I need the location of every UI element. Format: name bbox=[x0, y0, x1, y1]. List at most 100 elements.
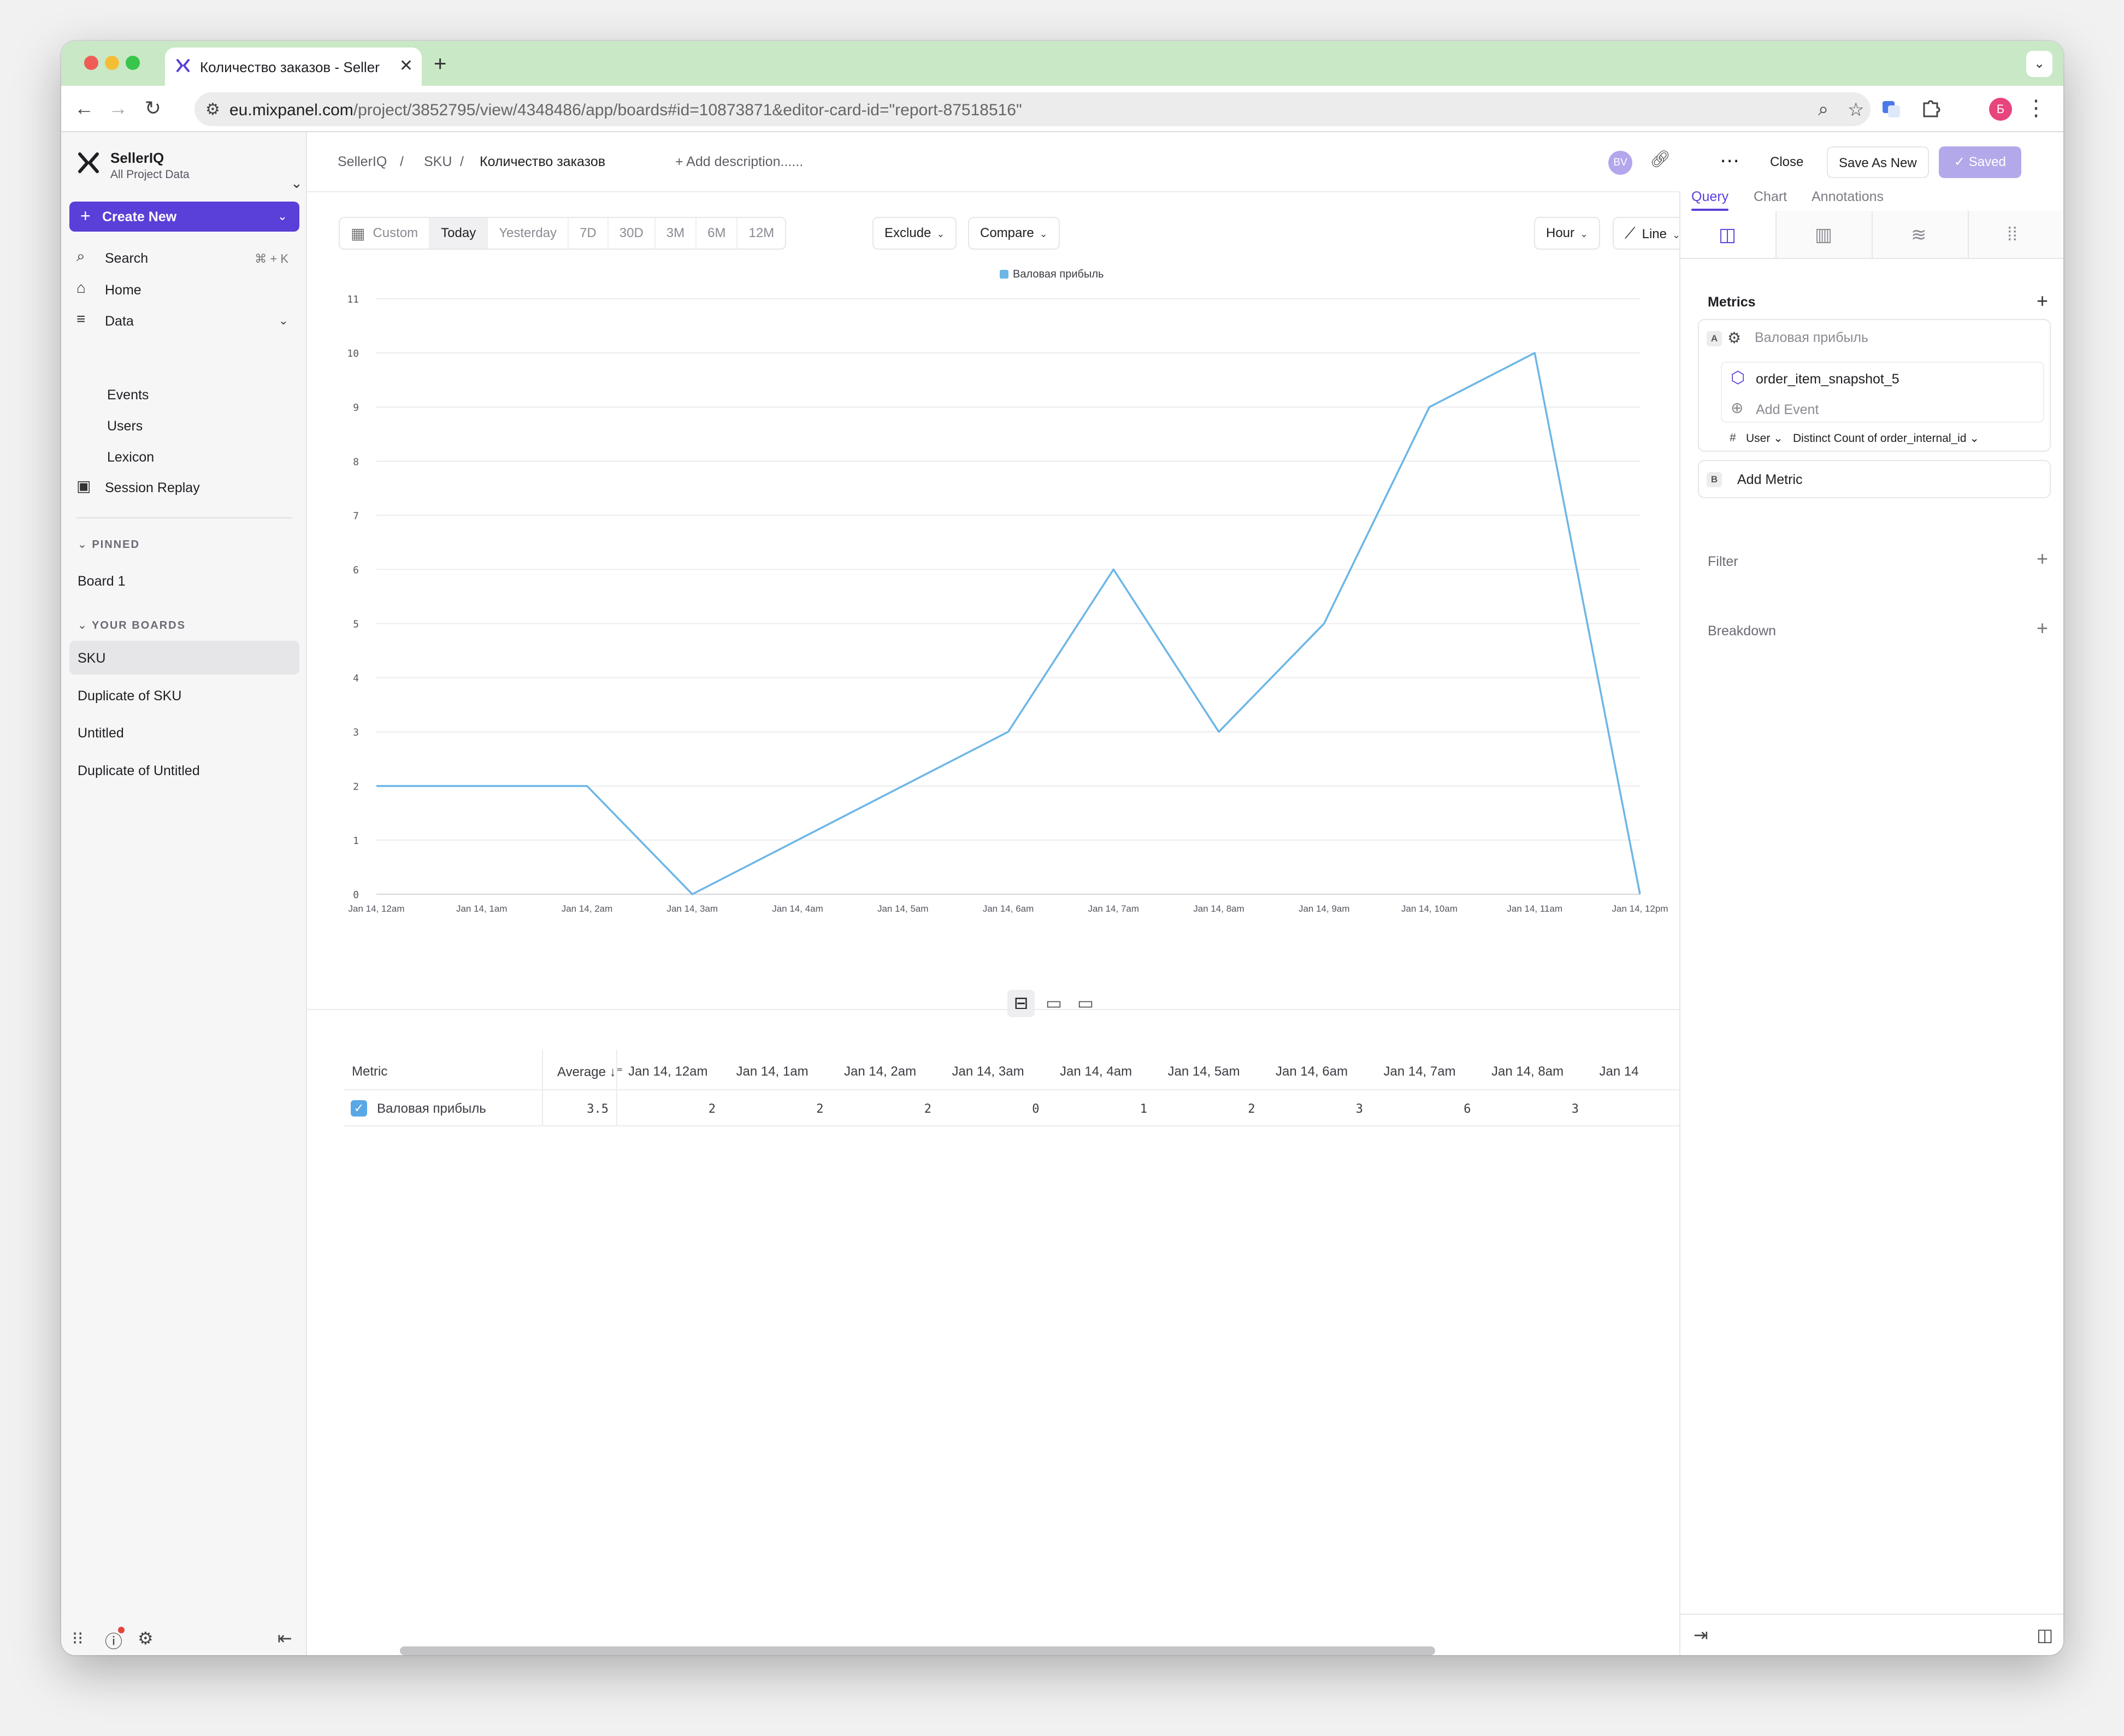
split-view-icon[interactable]: ⊟ bbox=[1007, 990, 1035, 1017]
close-button[interactable]: Close bbox=[1770, 146, 1803, 178]
breadcrumb-project[interactable]: SellerIQ bbox=[338, 154, 387, 170]
zoom-icon[interactable]: ⌕ bbox=[1818, 99, 1828, 120]
add-metric-card[interactable]: B Add Metric bbox=[1698, 460, 2051, 498]
translate-extension-icon[interactable] bbox=[1880, 98, 1902, 120]
user-avatar[interactable]: BV bbox=[1608, 151, 1632, 175]
add-filter-plus-icon[interactable]: + bbox=[2037, 547, 2048, 570]
url-bar[interactable]: ⚙ eu.mixpanel.com/project/3852795/view/4… bbox=[194, 92, 1871, 126]
y-tick-label: 10 bbox=[347, 348, 359, 359]
compare-dropdown[interactable]: Compare ⌄ bbox=[968, 217, 1060, 250]
x-tick-label: Jan 14, 4am bbox=[772, 904, 823, 914]
sidebar-footer: ⁝⁝ ⓘ ⚙ ⇤ bbox=[61, 1621, 306, 1655]
report-title[interactable]: Количество заказов bbox=[480, 154, 605, 170]
add-description-button[interactable]: + Add description...... bbox=[675, 154, 803, 170]
pinned-board-item[interactable]: Board 1 bbox=[69, 564, 299, 598]
create-new-button[interactable]: + Create New ⌄ bbox=[69, 202, 299, 232]
toggle-panel-icon[interactable]: ◫ bbox=[2037, 1625, 2053, 1645]
exclude-dropdown[interactable]: Exclude ⌄ bbox=[872, 217, 957, 250]
breadcrumb-board[interactable]: SKU bbox=[424, 154, 452, 170]
more-options-icon[interactable]: ⋯ bbox=[1720, 146, 1739, 178]
custom-range-button[interactable]: ▦ Custom bbox=[340, 218, 430, 249]
close-window-button[interactable] bbox=[84, 56, 98, 70]
date-column-header[interactable]: Jan 14 bbox=[1600, 1064, 1639, 1079]
settings-gear-icon[interactable]: ⚙ bbox=[138, 1628, 154, 1649]
flows-view-tab[interactable]: ≋ bbox=[1873, 211, 1969, 258]
date-column-header[interactable]: Jan 14, 6am bbox=[1276, 1064, 1348, 1079]
bookmark-star-icon[interactable]: ☆ bbox=[1848, 99, 1864, 121]
add-event-button[interactable]: Add Event bbox=[1756, 402, 1819, 418]
average-column-header[interactable]: Average ↓⁼ bbox=[557, 1064, 623, 1080]
metric-a-name[interactable]: Валовая прибыль bbox=[1755, 330, 1868, 346]
copy-link-icon[interactable]: 🔗︎ bbox=[1650, 150, 1671, 169]
date-column-header[interactable]: Jan 14, 3am bbox=[952, 1064, 1024, 1079]
range-7d-button[interactable]: 7D bbox=[569, 218, 609, 249]
metric-letter: A bbox=[1707, 331, 1722, 346]
sidebar-item-lexicon[interactable]: Lexicon bbox=[107, 450, 154, 465]
date-column-header[interactable]: Jan 14, 5am bbox=[1168, 1064, 1240, 1079]
range-30d-button[interactable]: 30D bbox=[609, 218, 656, 249]
date-column-header[interactable]: Jan 14, 2am bbox=[844, 1064, 916, 1079]
chart-only-view-icon[interactable]: ▭ bbox=[1040, 990, 1067, 1017]
metric-column-header[interactable]: Metric bbox=[352, 1064, 387, 1079]
saved-button[interactable]: ✓ Saved bbox=[1939, 146, 2021, 178]
forward-arrow-icon[interactable]: → bbox=[106, 97, 130, 120]
range-today-button[interactable]: Today bbox=[430, 218, 488, 249]
board-item-sku[interactable]: SKU bbox=[69, 641, 299, 675]
maximize-window-button[interactable] bbox=[126, 56, 140, 70]
date-column-header[interactable]: Jan 14, 12am bbox=[628, 1064, 707, 1079]
apps-grid-icon[interactable]: ⁝⁝ bbox=[72, 1628, 83, 1649]
tab-close-icon[interactable]: ✕ bbox=[399, 56, 413, 75]
sidebar-item-session-replay[interactable]: ▣ Session Replay bbox=[76, 474, 295, 500]
add-breakdown-plus-icon[interactable]: + bbox=[2037, 617, 2048, 640]
interval-dropdown[interactable]: Hour ⌄ bbox=[1534, 217, 1601, 250]
sidebar-item-events[interactable]: Events bbox=[107, 387, 149, 403]
board-item-duplicate-of-untitled[interactable]: Duplicate of Untitled bbox=[69, 753, 299, 787]
date-column-header[interactable]: Jan 14, 1am bbox=[736, 1064, 809, 1079]
add-metric-button[interactable]: Add Metric bbox=[1737, 472, 1802, 488]
formula-gear-icon[interactable]: ⚙ bbox=[1727, 329, 1741, 347]
horizontal-scrollbar[interactable] bbox=[400, 1646, 1435, 1655]
tab-search-chevron-icon[interactable]: ⌄ bbox=[2026, 51, 2052, 77]
add-metric-plus-icon[interactable]: + bbox=[2037, 290, 2048, 312]
collapse-sidebar-icon[interactable]: ⇤ bbox=[278, 1628, 292, 1649]
reload-icon[interactable]: ↻ bbox=[141, 97, 165, 120]
collapse-panel-icon[interactable]: ⇥ bbox=[1694, 1625, 1708, 1645]
board-item-duplicate-of-sku[interactable]: Duplicate of SKU bbox=[69, 678, 299, 712]
your-boards-section-toggle[interactable]: ⌄ YOUR BOARDS bbox=[78, 618, 186, 632]
sidebar-item-search[interactable]: ⌕ Search ⌘ + K bbox=[76, 244, 295, 270]
pinned-section-toggle[interactable]: ⌄ PINNED bbox=[78, 538, 140, 551]
range-6m-button[interactable]: 6M bbox=[697, 218, 738, 249]
sidebar-item-users[interactable]: Users bbox=[107, 418, 143, 434]
back-arrow-icon[interactable]: ← bbox=[72, 97, 96, 120]
measure-dropdown[interactable]: Distinct Count of order_internal_id ⌄ bbox=[1793, 432, 1979, 445]
save-as-new-button[interactable]: Save As New bbox=[1827, 146, 1929, 178]
sidebar-item-data[interactable]: ≡ Data ⌄ bbox=[76, 307, 295, 333]
series-checkbox[interactable]: ✓ bbox=[351, 1100, 367, 1117]
range-yesterday-button[interactable]: Yesterday bbox=[488, 218, 569, 249]
browser-menu-icon[interactable]: ⋮ bbox=[2025, 96, 2047, 121]
retention-view-tab[interactable]: ⁞⁞ bbox=[1969, 211, 2063, 258]
mixpanel-app: SellerIQ All Project Data ⌄ + Create New… bbox=[61, 132, 2063, 1655]
extensions-puzzle-icon[interactable] bbox=[1920, 98, 1942, 120]
insights-view-tab[interactable]: ◫ bbox=[1680, 211, 1777, 258]
sidebar-item-home[interactable]: ⌂ Home bbox=[76, 276, 295, 302]
date-column-header[interactable]: Jan 14, 4am bbox=[1060, 1064, 1132, 1079]
funnels-view-tab[interactable]: ▥ bbox=[1777, 211, 1873, 258]
minimize-window-button[interactable] bbox=[105, 56, 119, 70]
user-dropdown[interactable]: User ⌄ bbox=[1746, 432, 1783, 445]
tab-query[interactable]: Query bbox=[1691, 189, 1728, 205]
date-column-header[interactable]: Jan 14, 7am bbox=[1384, 1064, 1456, 1079]
url-text[interactable]: eu.mixpanel.com/project/3852795/view/434… bbox=[229, 101, 1022, 120]
event-name[interactable]: order_item_snapshot_5 bbox=[1756, 371, 1899, 387]
site-settings-icon[interactable]: ⚙ bbox=[205, 100, 220, 119]
range-3m-button[interactable]: 3M bbox=[656, 218, 697, 249]
profile-avatar[interactable]: Б bbox=[1989, 98, 2012, 121]
tab-annotations[interactable]: Annotations bbox=[1812, 189, 1884, 205]
browser-tab[interactable]: Количество заказов - SellerIQ ✕ bbox=[165, 48, 422, 86]
table-only-view-icon[interactable]: ▭ bbox=[1072, 990, 1099, 1017]
board-item-untitled[interactable]: Untitled bbox=[69, 716, 299, 749]
tab-chart[interactable]: Chart bbox=[1754, 189, 1787, 205]
date-column-header[interactable]: Jan 14, 8am bbox=[1491, 1064, 1564, 1079]
range-12m-button[interactable]: 12M bbox=[738, 218, 785, 249]
new-tab-icon[interactable]: + bbox=[434, 52, 446, 76]
